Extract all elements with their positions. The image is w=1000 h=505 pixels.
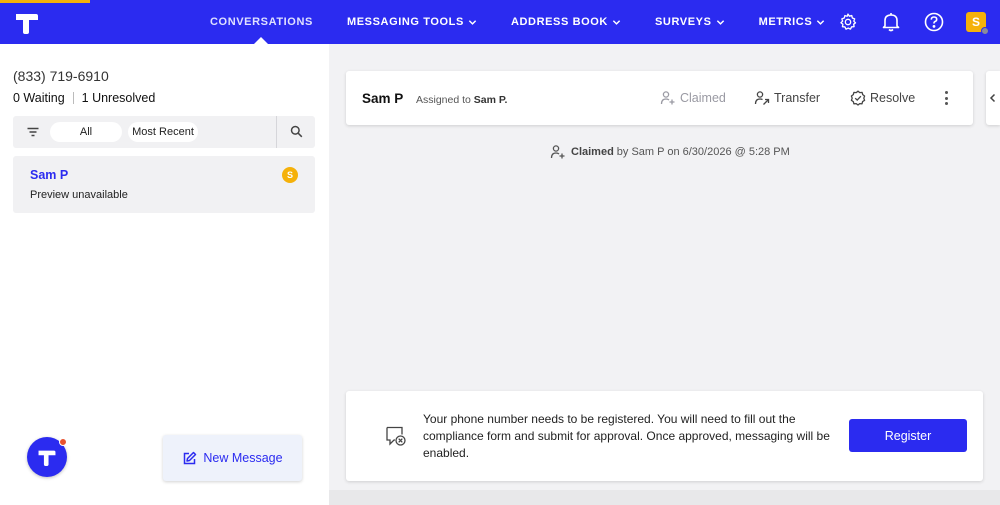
assigned-prefix: Assigned to [416,94,471,106]
chevron-down-icon [612,19,621,25]
new-message-button[interactable]: New Message [163,435,302,481]
details-panel-toggle[interactable] [986,71,1000,125]
sort-most-recent-button[interactable]: Most Recent [128,122,198,142]
bottom-divider [329,490,1000,505]
settings-button[interactable] [837,11,859,33]
search-icon[interactable] [290,125,303,138]
inbox-phone-number: (833) 719-6910 [13,68,109,84]
compose-icon [184,451,197,464]
bell-icon [882,13,900,32]
filter-all-label: All [79,126,93,138]
claim-detail: by Sam P on 6/30/2026 @ 5:28 PM [616,146,790,158]
claimed-button[interactable]: Claimed [660,90,726,106]
nav-conversations[interactable]: CONVERSATIONS [210,0,313,44]
nav-metrics[interactable]: METRICS [759,0,826,44]
filter-divider [276,116,277,148]
filter-bar: All Most Recent [13,116,315,148]
conversation-header: Sam P Assigned to Sam P. Claimed Transfe… [346,71,973,125]
filter-all-button[interactable]: All [50,122,122,142]
register-button[interactable]: Register [849,419,967,452]
chevron-left-icon [989,93,996,103]
conversation-list-item[interactable]: Sam P Preview unavailable S [13,156,315,213]
count-divider [72,92,74,104]
registration-message: Your phone number needs to be registered… [423,412,830,460]
transfer-label: Transfer [774,91,821,105]
nav-address-book[interactable]: ADDRESS BOOK [511,0,621,44]
nav-label: MESSAGING TOOLS [346,16,464,28]
user-plus-icon [550,145,565,159]
inbox-panel: (833) 719-6910 0 Waiting 1 Unresolved Al… [0,44,329,505]
transfer-button[interactable]: Transfer [754,90,820,106]
notification-dot [59,438,67,446]
thread-contact-name: Sam P [362,91,404,106]
nav-label: SURVEYS [654,16,712,28]
assignee-badge: S [282,167,298,183]
help-icon [924,12,944,32]
more-options-icon[interactable] [939,89,953,107]
message-blocked-icon [386,426,406,446]
top-navigation: CONVERSATIONS MESSAGING TOOLS ADDRESS BO… [0,0,1000,44]
filter-icon[interactable] [26,125,40,139]
chevron-down-icon [817,19,825,25]
user-plus-icon [660,91,675,105]
nav-label: ADDRESS BOOK [510,16,608,28]
check-badge-icon [850,90,866,106]
user-transfer-icon [754,91,770,105]
help-button[interactable] [923,11,945,33]
assigned-info: Assigned to Sam P. [416,94,507,106]
active-caret-icon [254,37,269,44]
presence-indicator [981,27,989,35]
new-message-label: New Message [203,451,283,465]
conversation-contact-name: Sam P [30,168,69,182]
inbox-counts: 0 Waiting 1 Unresolved [13,91,155,105]
claim-event-note: Claimed by Sam P on 6/30/2026 @ 5:28 PM [550,144,790,160]
nav-menu: CONVERSATIONS MESSAGING TOOLS ADDRESS BO… [210,0,859,44]
chevron-down-icon [716,19,724,25]
app-logo-icon[interactable] [14,11,40,35]
app-logo-icon [38,450,56,466]
nav-label: METRICS [758,16,813,28]
user-avatar[interactable]: S [966,12,989,35]
claimed-label: Claimed [680,91,726,105]
claim-status: Claimed [571,146,614,158]
nav-surveys[interactable]: SURVEYS [655,0,725,44]
nav-label: CONVERSATIONS [210,16,313,28]
resolve-button[interactable]: Resolve [850,90,915,106]
registration-banner: Your phone number needs to be registered… [346,391,983,481]
conversation-preview: Preview unavailable [30,189,128,201]
nav-messaging-tools[interactable]: MESSAGING TOOLS [347,0,477,44]
sort-label: Most Recent [132,126,194,138]
chevron-down-icon [468,19,477,25]
notifications-button[interactable] [880,11,902,33]
waiting-count: 0 Waiting [13,91,65,105]
accent-strip [0,0,90,3]
register-label: Register [884,428,932,443]
unresolved-count: 1 Unresolved [81,91,156,105]
resolve-label: Resolve [870,91,916,105]
avatar-initial: S [971,15,980,29]
app-launcher-button[interactable] [27,437,67,477]
assigned-agent: Sam P. [473,94,508,106]
gear-icon [840,13,857,30]
nav-utility-icons: S [837,0,1000,44]
